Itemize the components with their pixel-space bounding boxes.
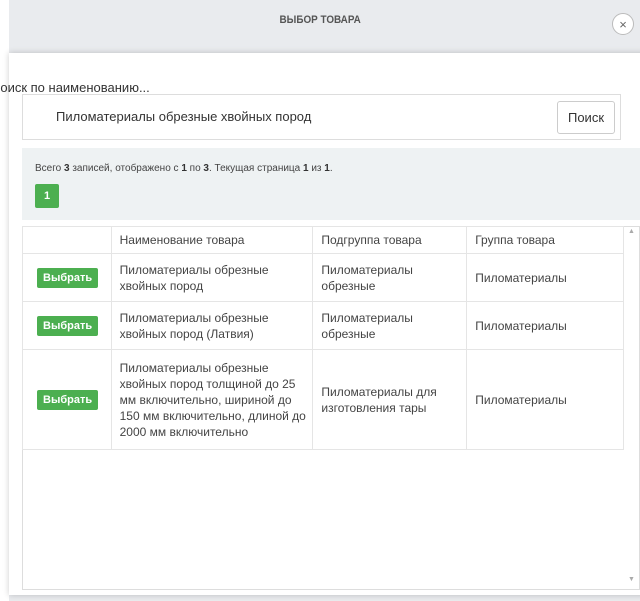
row-subgroup: Пиломатериалы для изготовления тары	[312, 349, 468, 450]
products-table: Наименование товара Подгруппа товара Гру…	[22, 226, 624, 450]
header-group[interactable]: Группа товара	[466, 226, 624, 254]
page-button-1[interactable]: 1	[35, 184, 59, 208]
dialog-title: ВЫБОР ТОВАРА	[279, 14, 361, 26]
row-product-name: Пиломатериалы обрезные хвойных пород тол…	[110, 349, 314, 450]
pagination-info: Всего 3 записей, отображено с 1 по 3. Те…	[35, 163, 333, 174]
row-group: Пиломатериалы	[466, 349, 624, 450]
row-group: Пиломатериалы	[466, 301, 624, 350]
search-label: Поиск по наименованию...	[0, 80, 150, 95]
row-action-cell: Выбрать	[22, 253, 112, 302]
table-row: Выбрать Пиломатериалы обрезные хвойных п…	[22, 253, 624, 302]
row-action-cell: Выбрать	[22, 301, 112, 350]
header-product-name[interactable]: Наименование товара	[110, 226, 314, 254]
header-subgroup[interactable]: Подгруппа товара	[312, 226, 468, 254]
close-button[interactable]: ×	[612, 13, 634, 35]
table-row: Выбрать Пиломатериалы обрезные хвойных п…	[22, 349, 624, 450]
search-button[interactable]: Поиск	[557, 101, 615, 134]
row-product-name: Пиломатериалы обрезные хвойных пород	[110, 253, 314, 302]
row-group: Пиломатериалы	[466, 253, 624, 302]
select-button[interactable]: Выбрать	[37, 315, 99, 336]
select-button[interactable]: Выбрать	[37, 389, 99, 410]
row-product-name: Пиломатериалы обрезные хвойных пород (Ла…	[110, 301, 314, 350]
table-header-row: Наименование товара Подгруппа товара Гру…	[22, 226, 624, 254]
row-action-cell: Выбрать	[22, 349, 112, 450]
table-row: Выбрать Пиломатериалы обрезные хвойных п…	[22, 301, 624, 350]
dialog-title-bar: ВЫБОР ТОВАРА	[0, 0, 640, 40]
search-input-value[interactable]: Пиломатериалы обрезные хвойных пород	[56, 109, 311, 124]
scroll-down-arrow-icon[interactable]: ▼	[628, 576, 635, 583]
row-subgroup: Пиломатериалы обрезные	[312, 253, 468, 302]
scroll-up-arrow-icon[interactable]: ▲	[628, 228, 635, 235]
header-actions	[22, 226, 112, 254]
select-button[interactable]: Выбрать	[37, 267, 99, 288]
row-subgroup: Пиломатериалы обрезные	[312, 301, 468, 350]
pagination-info-area	[22, 148, 640, 220]
close-icon: ×	[619, 17, 627, 32]
